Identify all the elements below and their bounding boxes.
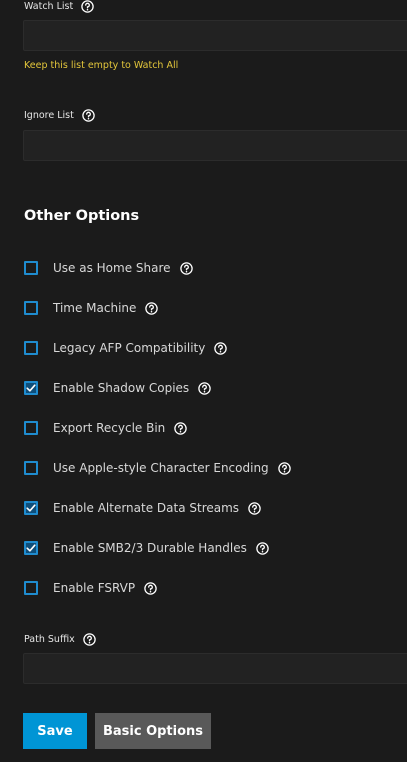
watch-list-label-row: Watch List (24, 0, 94, 13)
option-use-as-home-share[interactable]: Use as Home Share (24, 259, 193, 277)
help-icon[interactable] (144, 581, 157, 595)
checkbox[interactable] (24, 461, 38, 475)
option-enable-alternate-data-streams[interactable]: Enable Alternate Data Streams (24, 499, 261, 517)
ignore-list-label: Ignore List (24, 109, 74, 121)
option-label: Enable Alternate Data Streams (53, 501, 240, 515)
option-label: Use as Home Share (53, 261, 171, 275)
help-icon[interactable] (82, 109, 95, 122)
option-label: Use Apple-style Character Encoding (53, 461, 269, 475)
help-icon[interactable] (198, 381, 211, 395)
checkbox[interactable] (24, 261, 38, 275)
checkbox[interactable] (24, 341, 38, 355)
option-export-recycle-bin[interactable]: Export Recycle Bin (24, 419, 188, 437)
option-label: Time Machine (53, 301, 137, 315)
checkmark-icon (26, 544, 36, 552)
option-label: Enable Shadow Copies (53, 381, 190, 395)
checkmark-icon (26, 384, 36, 392)
option-label: Enable SMB2/3 Durable Handles (53, 541, 247, 555)
watch-list-label: Watch List (24, 0, 74, 12)
watch-list-hint: Keep this list empty to Watch All (24, 60, 179, 71)
option-enable-shadow-copies[interactable]: Enable Shadow Copies (24, 379, 211, 397)
help-icon[interactable] (83, 633, 96, 646)
help-icon[interactable] (214, 341, 228, 355)
path-suffix-input[interactable] (23, 653, 407, 684)
option-enable-smb2-3-durable-handles[interactable]: Enable SMB2/3 Durable Handles (24, 539, 269, 557)
help-icon[interactable] (179, 261, 193, 275)
checkbox-checked[interactable] (24, 541, 38, 555)
other-options-title: Other Options (24, 208, 140, 224)
watch-list-input[interactable] (23, 20, 407, 51)
option-label: Legacy AFP Compatibility (53, 341, 206, 355)
checkbox[interactable] (24, 301, 38, 315)
help-icon[interactable] (248, 501, 261, 515)
help-icon[interactable] (277, 461, 291, 475)
option-enable-fsrvp[interactable]: Enable FSRVP (24, 579, 157, 597)
option-legacy-afp-compatibility[interactable]: Legacy AFP Compatibility (24, 339, 228, 357)
smb-share-advanced-options-form: Watch List Keep this list empty to Watch… (0, 0, 407, 762)
help-icon[interactable] (174, 421, 188, 435)
checkbox[interactable] (24, 421, 38, 435)
ignore-list-label-row: Ignore List (24, 109, 95, 122)
path-suffix-label: Path Suffix (24, 633, 75, 645)
option-label: Enable FSRVP (53, 581, 136, 595)
help-icon[interactable] (145, 301, 159, 315)
path-suffix-label-row: Path Suffix (24, 633, 96, 646)
checkbox-checked[interactable] (24, 381, 38, 395)
help-icon[interactable] (256, 541, 269, 555)
ignore-list-input[interactable] (23, 130, 407, 161)
save-button[interactable]: Save (23, 713, 87, 749)
checkbox-checked[interactable] (24, 501, 38, 515)
checkbox[interactable] (24, 581, 38, 595)
help-icon[interactable] (81, 0, 94, 13)
option-apple-style-character-encoding[interactable]: Use Apple-style Character Encoding (24, 459, 291, 477)
checkmark-icon (26, 504, 36, 512)
basic-options-button[interactable]: Basic Options (95, 713, 211, 749)
option-label: Export Recycle Bin (53, 421, 166, 435)
option-time-machine[interactable]: Time Machine (24, 299, 159, 317)
